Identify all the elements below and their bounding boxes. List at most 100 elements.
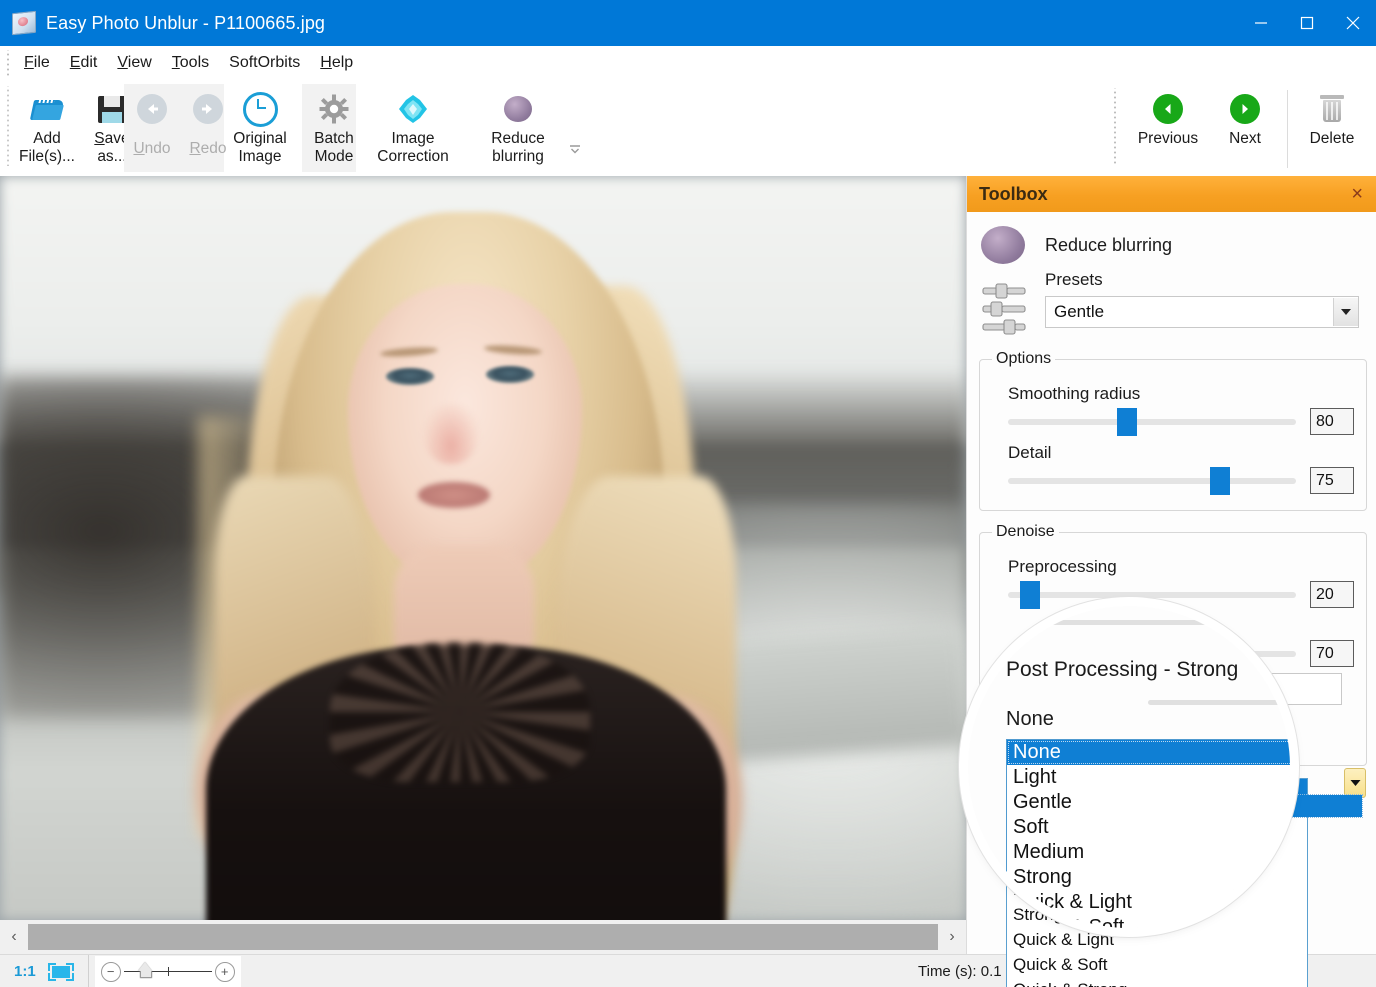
scroll-track[interactable] — [28, 924, 938, 950]
reduce-blurring-button[interactable]: Reduceblurring — [468, 84, 568, 166]
detail-label: Detail — [1008, 443, 1354, 463]
toolbox-title: Toolbox — [979, 184, 1048, 205]
dropdown-scroll-button[interactable] — [1344, 768, 1366, 798]
green-left-circle-icon — [1153, 88, 1183, 130]
purple-dot-icon — [504, 88, 532, 130]
post-sharpen-value[interactable]: 70 — [1310, 640, 1354, 667]
detail-slider[interactable] — [1008, 478, 1296, 484]
presets-combobox[interactable]: Gentle — [1045, 296, 1359, 328]
purple-dot-icon — [981, 226, 1025, 264]
dropdown-item-quick-soft[interactable]: Quick & Soft — [1007, 954, 1307, 979]
open-folder-icon — [32, 88, 62, 130]
zoom-ratio-label[interactable]: 1:1 — [8, 963, 42, 980]
trash-icon — [1320, 88, 1344, 130]
preprocessing-thumb[interactable] — [1020, 581, 1040, 609]
horizontal-scrollbar[interactable]: ‹ › — [0, 920, 966, 954]
arrow-right-circle-icon — [193, 88, 223, 130]
detail-row: 75 — [1008, 467, 1354, 494]
green-right-circle-icon — [1230, 88, 1260, 130]
detail-value[interactable]: 75 — [1310, 467, 1354, 494]
maximize-button[interactable] — [1284, 0, 1330, 46]
next-label: Next — [1229, 130, 1261, 148]
toolbar-grip-icon — [4, 86, 12, 166]
menu-item-help[interactable]: Help — [310, 52, 363, 74]
options-group: Options Smoothing radius 80 Detail 75 — [979, 350, 1367, 511]
magnified-item-medium[interactable]: Medium — [1007, 840, 1290, 865]
denoise-legend: Denoise — [992, 523, 1059, 541]
arrow-left-circle-icon — [137, 88, 167, 130]
magnified-item-quick-soft[interactable]: Quick & Soft — [1007, 915, 1290, 928]
chevron-down-icon[interactable] — [1333, 298, 1358, 326]
magnifier-content: Post Processing - Strong None None Light… — [968, 606, 1290, 928]
fit-to-window-icon[interactable] — [48, 963, 74, 981]
image-correction-button[interactable]: ImageCorrection — [358, 84, 468, 166]
zoom-handle[interactable] — [138, 962, 152, 971]
magnified-item-strong[interactable]: Strong — [1007, 865, 1290, 890]
toolbar-group-effects: ImageCorrection Reduceblurring — [358, 84, 582, 172]
toolbar-separator — [1287, 90, 1288, 168]
batch-mode-button[interactable]: BatchMode — [302, 84, 366, 166]
minimize-button[interactable] — [1238, 0, 1284, 46]
menu-item-view[interactable]: View — [107, 52, 161, 74]
undo-button[interactable]: Undo — [124, 84, 180, 158]
options-legend: Options — [992, 350, 1055, 368]
magnified-item-none[interactable]: None — [1007, 740, 1290, 765]
zoom-slider[interactable]: − + — [95, 956, 241, 987]
zoom-in-icon[interactable]: + — [215, 962, 235, 982]
menu-item-tools[interactable]: Tools — [162, 52, 219, 74]
preprocessing-row: 20 — [1008, 581, 1354, 608]
window-title: Easy Photo Unblur - P1100665.jpg — [46, 13, 325, 34]
preprocessing-value[interactable]: 20 — [1310, 581, 1354, 608]
original-image-label-2: Image — [238, 148, 281, 165]
delete-button[interactable]: Delete — [1296, 84, 1368, 148]
floppy-disk-icon — [98, 88, 126, 130]
close-icon[interactable]: × — [1349, 184, 1365, 204]
app-icon — [12, 11, 36, 36]
magnified-item-light[interactable]: Light — [1007, 765, 1290, 790]
menu-item-file[interactable]: FFileile — [14, 52, 60, 74]
zoom-out-icon[interactable]: − — [101, 962, 121, 982]
magnified-item-gentle[interactable]: Gentle — [1007, 790, 1290, 815]
dropdown-item-quick-strong[interactable]: Quick & Strong — [1007, 979, 1307, 987]
original-image-label-1: Original — [233, 130, 286, 147]
smoothing-radius-slider[interactable] — [1008, 419, 1296, 425]
active-tool-row: Reduce blurring — [967, 212, 1376, 264]
save-as-label-2: as... — [97, 148, 126, 165]
add-files-label-1: Add — [33, 130, 61, 147]
next-button[interactable]: Next — [1211, 84, 1279, 148]
magnified-item-soft[interactable]: Soft — [1007, 815, 1290, 840]
previous-label: Previous — [1138, 130, 1198, 148]
preprocessing-label: Preprocessing — [1008, 557, 1354, 577]
window-controls — [1238, 0, 1376, 46]
magnified-item-quick-light[interactable]: Quick & Light — [1007, 890, 1290, 915]
magnified-dropdown-list[interactable]: None Light Gentle Soft Medium Strong Qui… — [1006, 739, 1290, 928]
application-window: Easy Photo Unblur - P1100665.jpg FFileil… — [0, 0, 1376, 987]
menu-item-edit[interactable]: Edit — [60, 52, 108, 74]
batch-mode-label-2: Mode — [315, 148, 354, 165]
time-status-label: Time (s): 0.1 — [908, 963, 1012, 980]
add-files-button[interactable]: AddFile(s)... — [14, 84, 80, 166]
presets-selected-value: Gentle — [1054, 302, 1104, 322]
preprocessing-slider[interactable] — [1008, 592, 1296, 598]
close-button[interactable] — [1330, 0, 1376, 46]
scroll-left-icon[interactable]: ‹ — [0, 920, 28, 954]
detail-thumb[interactable] — [1210, 467, 1230, 495]
smoothing-radius-value[interactable]: 80 — [1310, 408, 1354, 435]
reduce-blurring-label-1: Reduce — [491, 130, 544, 147]
active-tool-name: Reduce blurring — [1045, 235, 1172, 256]
gear-icon — [319, 88, 349, 130]
toolbar-group-tools: OriginalImage — [228, 84, 292, 172]
scroll-thumb[interactable] — [28, 924, 938, 950]
dropdown-item-quick-light[interactable]: Quick & Light — [1007, 929, 1307, 954]
smoothing-radius-thumb[interactable] — [1117, 408, 1137, 436]
previous-button[interactable]: Previous — [1125, 84, 1211, 148]
ribbon-overflow-icon[interactable] — [568, 84, 582, 154]
scroll-right-icon[interactable]: › — [938, 920, 966, 954]
zoom-track[interactable] — [124, 971, 212, 972]
smoothing-radius-label: Smoothing radius — [1008, 384, 1354, 404]
magnified-current-value: None — [1006, 708, 1054, 731]
menu-bar: FFileile Edit View Tools SoftOrbits Help — [0, 46, 1376, 80]
menu-item-softorbits[interactable]: SoftOrbits — [219, 52, 310, 74]
image-canvas[interactable] — [0, 176, 966, 920]
original-image-button[interactable]: OriginalImage — [228, 84, 292, 166]
